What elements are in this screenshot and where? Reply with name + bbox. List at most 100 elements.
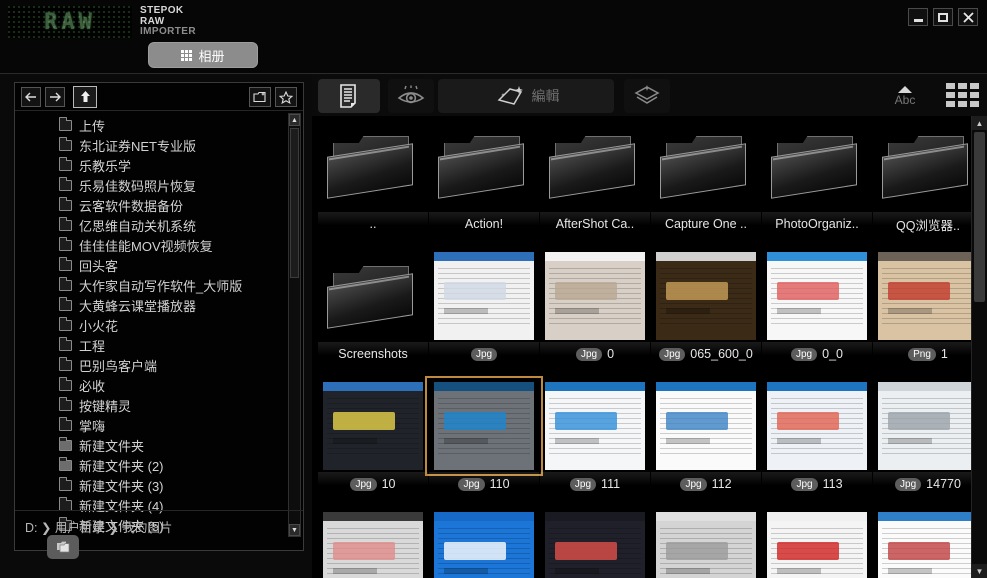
thumbnail-label: PhotoOrganiz..	[775, 217, 859, 231]
folder-tree-item[interactable]: 新建文件夹	[15, 435, 283, 455]
folder-tree-item[interactable]: 回头客	[15, 255, 283, 275]
folder-tree-item[interactable]: 新建文件夹 (2)	[15, 455, 283, 475]
folder-tree-item[interactable]: 亿思维自动关机系统	[15, 215, 283, 235]
image-grid-item[interactable]	[540, 510, 650, 578]
edit-button[interactable]: 編輯	[438, 79, 614, 113]
image-thumbnail	[323, 512, 423, 578]
copy-folder-icon	[57, 541, 70, 553]
thumbnail-image	[762, 380, 872, 472]
folder-tree-item[interactable]: 小火花	[15, 315, 283, 335]
app-logo: RAW STEPOK RAW IMPORTER	[8, 6, 196, 38]
image-grid-item[interactable]: Jpg 14770	[873, 380, 983, 498]
image-grid-item[interactable]: Jpg 110	[425, 376, 543, 498]
folder-tree-item[interactable]: 必收	[15, 375, 283, 395]
folder-tree-item[interactable]: 乐易佳数码照片恢复	[15, 175, 283, 195]
new-folder-button[interactable]	[249, 87, 271, 107]
image-grid-item[interactable]	[429, 510, 539, 578]
image-grid-item[interactable]: Jpg 0	[540, 250, 650, 368]
folder-tree-container[interactable]: 上传 东北证券NET专业版乐教乐学 乐易佳数码照片恢复 云客软件数据备份 亿思维自动关机…	[15, 111, 303, 539]
grid-cell	[946, 101, 955, 107]
folder-tree-item[interactable]: 大作家自动写作软件_大师版	[15, 275, 283, 295]
folder-tree-item[interactable]: 乐教乐学	[15, 155, 283, 175]
copy-folder-button[interactable]	[47, 535, 79, 559]
image-thumbnail	[434, 382, 534, 470]
tab-album[interactable]: 相册	[148, 42, 258, 68]
grid-scrollbar[interactable]: ▲ ▼	[971, 116, 987, 578]
app-name: STEPOK RAW IMPORTER	[140, 6, 196, 38]
thumbnail-grid[interactable]: .. Action! AfterShot Ca.. Capture One .. Pho…	[312, 116, 987, 578]
minimize-button[interactable]	[908, 8, 928, 26]
thumbnail-caption: Screenshots	[318, 344, 428, 364]
grid-scroll-thumb[interactable]	[974, 132, 985, 302]
image-grid-item[interactable]: Jpg 113	[762, 380, 872, 498]
grid-view-button[interactable]	[946, 83, 979, 107]
image-grid-item[interactable]: Jpg	[429, 250, 539, 368]
favorite-button[interactable]	[275, 87, 297, 107]
folder-tree-item[interactable]: 东北证券NET专业版	[15, 135, 283, 155]
folder-grid-item[interactable]: Capture One ..	[651, 120, 761, 238]
scroll-up-arrow[interactable]: ▲	[289, 114, 300, 126]
up-directory-button[interactable]	[73, 86, 97, 108]
folder-tree-item[interactable]: 新建文件夹 (3)	[15, 475, 283, 495]
image-grid-item[interactable]: Jpg 10	[318, 380, 428, 498]
image-grid-item[interactable]: Jpg 111	[540, 380, 650, 498]
folder-tree-item[interactable]: 上传	[15, 115, 283, 135]
folder-tree-item-label: 大作家自动写作软件_大师版	[79, 278, 243, 294]
folder-tree-item[interactable]: 云客软件数据备份	[15, 195, 283, 215]
folder-grid-item[interactable]: Action!	[429, 120, 539, 238]
folder-tree-item[interactable]: 按键精灵	[15, 395, 283, 415]
folder-tree-item[interactable]: 工程	[15, 335, 283, 355]
image-grid-item[interactable]: Jpg 0_0	[762, 250, 872, 368]
folder-tree-item[interactable]: 巴别鸟客户端	[15, 355, 283, 375]
close-button[interactable]	[958, 8, 978, 26]
file-type-badge: Jpg	[350, 477, 377, 491]
layers-button[interactable]	[624, 79, 670, 113]
scroll-thumb[interactable]	[290, 128, 299, 278]
folder-tree-item[interactable]: 佳佳佳能MOV视频恢复	[15, 235, 283, 255]
list-icon	[340, 84, 356, 108]
grid-icon	[181, 49, 193, 61]
folder-tree-item[interactable]: 大黄蜂云课堂播放器	[15, 295, 283, 315]
grid-scroll-up[interactable]: ▲	[972, 116, 987, 130]
folder-grid-item[interactable]: Screenshots	[318, 250, 428, 368]
thumbnail-label: Screenshots	[338, 347, 408, 361]
folder-tree-item-label: 新建文件夹 (2)	[79, 458, 164, 474]
folder-icon	[59, 356, 72, 371]
image-grid-item[interactable]	[762, 510, 872, 578]
folder-tree-item[interactable]: 掌嗨	[15, 415, 283, 435]
thumbnail-label: AfterShot Ca..	[555, 217, 635, 231]
thumbnail-image	[762, 120, 872, 212]
maximize-button[interactable]	[933, 8, 953, 26]
thumbnail-label: 112	[711, 477, 732, 491]
image-grid-item[interactable]	[873, 510, 983, 578]
folder-grid-item[interactable]: AfterShot Ca..	[540, 120, 650, 238]
thumbnail-caption: AfterShot Ca..	[540, 214, 650, 234]
thumbnail-label: 065_600_0	[690, 347, 753, 361]
preview-button[interactable]	[388, 79, 434, 113]
thumbnail-image	[651, 250, 761, 342]
grid-scroll-down[interactable]: ▼	[972, 564, 987, 578]
sort-button[interactable]: Abc	[885, 80, 925, 112]
forward-button[interactable]	[45, 87, 65, 107]
image-thumbnail	[656, 382, 756, 470]
back-button[interactable]	[21, 87, 41, 107]
image-grid-item[interactable]: Jpg 065_600_0	[651, 250, 761, 368]
folder-icon	[59, 316, 72, 331]
star-icon	[279, 90, 293, 104]
folder-grid-item[interactable]: PhotoOrganiz..	[762, 120, 872, 238]
image-grid-item[interactable]: Png 1	[873, 250, 983, 368]
thumbnail-image	[651, 120, 761, 212]
image-thumbnail	[545, 252, 645, 340]
folder-tree-scrollbar[interactable]: ▲ ▼	[288, 113, 301, 537]
list-view-button[interactable]	[318, 79, 380, 113]
thumbnail-caption: Jpg 112	[651, 474, 761, 494]
image-grid-item[interactable]	[318, 510, 428, 578]
folder-icon	[59, 136, 72, 151]
folder-tree-item-label: 乐教乐学	[79, 158, 132, 174]
breadcrumb: D: ❯ 用户目录 ❯ 我的图片	[25, 521, 173, 535]
folder-grid-item[interactable]: ..	[318, 120, 428, 238]
thumbnail-label: Action!	[464, 217, 504, 231]
folder-grid-item[interactable]: QQ浏览器..	[873, 120, 983, 238]
image-grid-item[interactable]	[651, 510, 761, 578]
image-grid-item[interactable]: Jpg 112	[651, 380, 761, 498]
